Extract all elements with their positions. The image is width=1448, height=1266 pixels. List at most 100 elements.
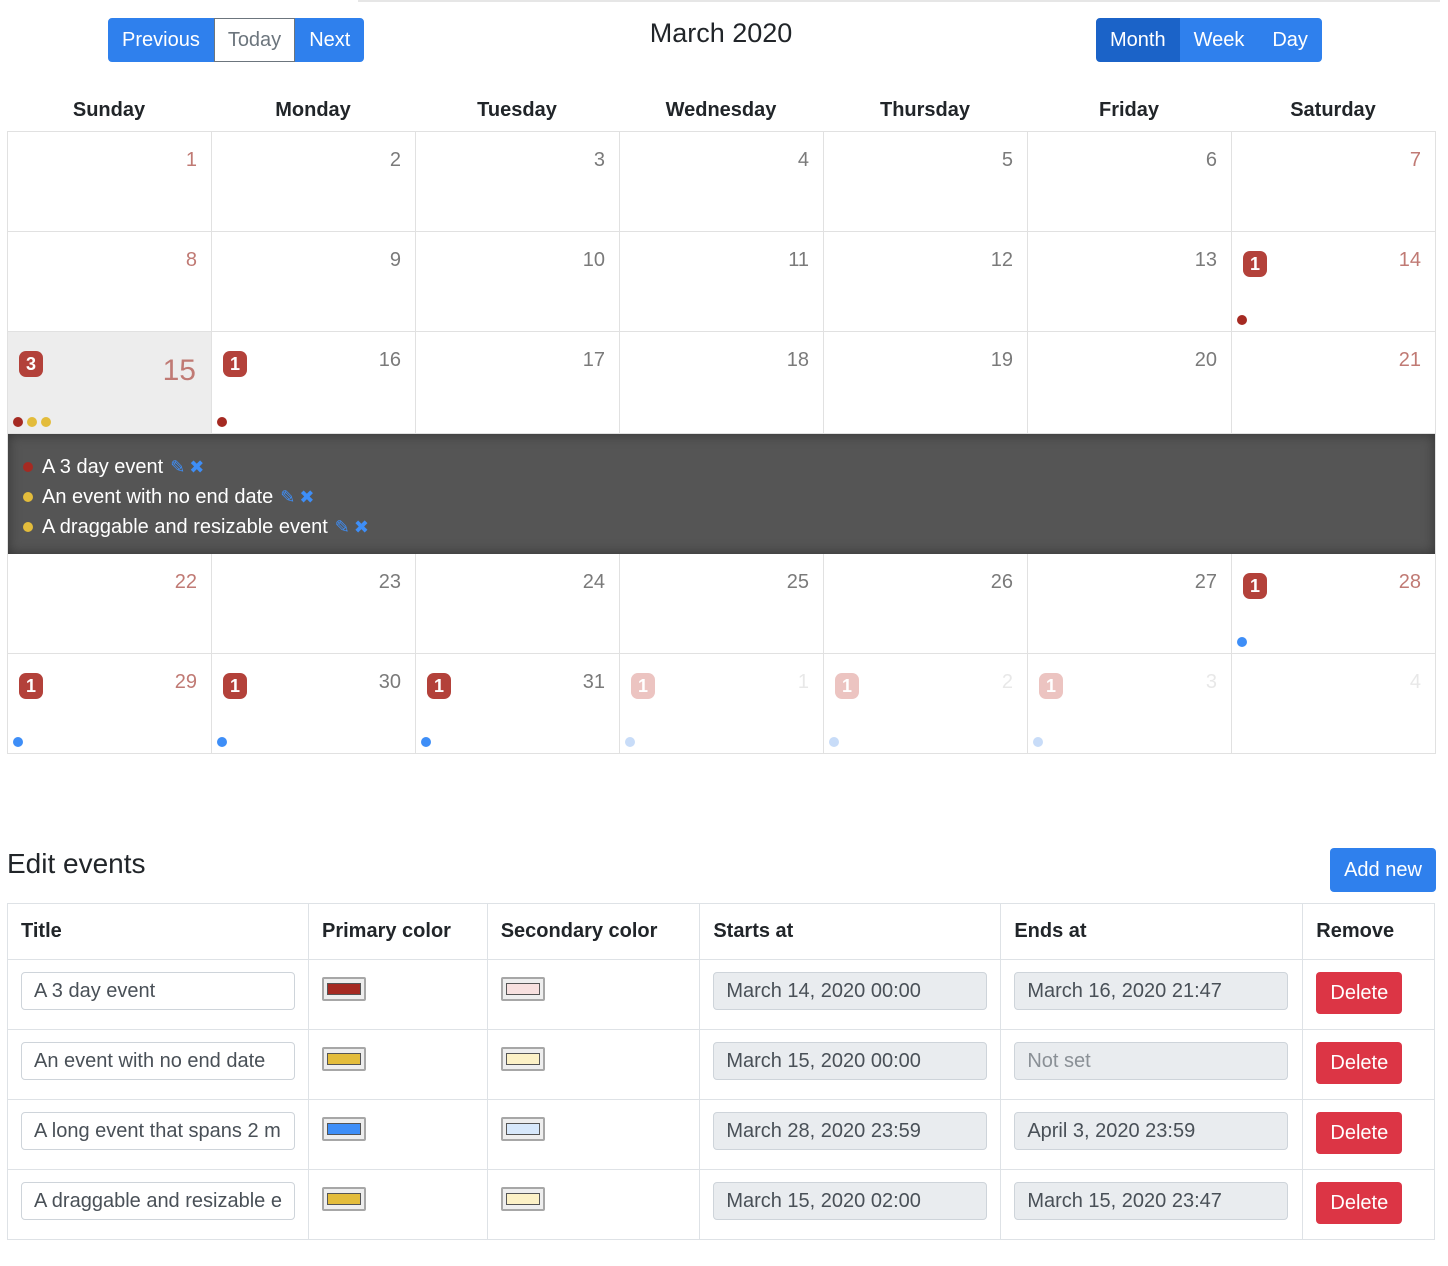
weekday-tuesday: Tuesday bbox=[477, 99, 557, 121]
day-cell[interactable]: 17 bbox=[416, 332, 620, 434]
day-cell[interactable]: 18 bbox=[620, 332, 824, 434]
event-count-badge: 3 bbox=[19, 351, 43, 377]
day-cell[interactable]: 26 bbox=[824, 554, 1028, 654]
starts-at-input[interactable]: March 28, 2020 23:59 bbox=[713, 1112, 988, 1150]
weekday-monday: Monday bbox=[275, 99, 351, 121]
event-title-link[interactable]: An event with no end date bbox=[42, 486, 273, 509]
delete-button[interactable]: Delete bbox=[1316, 1112, 1403, 1154]
delete-button[interactable]: Delete bbox=[1316, 1182, 1403, 1224]
ends-at-input[interactable]: Not set bbox=[1014, 1042, 1289, 1080]
secondary-color-picker[interactable] bbox=[500, 1187, 545, 1211]
day-cell[interactable]: 1 30 bbox=[212, 654, 416, 754]
times-icon[interactable]: ✖ bbox=[299, 487, 314, 508]
today-button[interactable]: Today bbox=[213, 18, 296, 62]
pencil-icon[interactable]: ✎ bbox=[170, 457, 185, 478]
title-input[interactable]: A 3 day event bbox=[21, 972, 295, 1010]
day-cell[interactable]: 1 28 bbox=[1232, 554, 1436, 654]
day-cell[interactable]: 12 bbox=[824, 232, 1028, 332]
event-dots bbox=[1237, 315, 1247, 325]
day-cell[interactable]: 27 bbox=[1028, 554, 1232, 654]
event-dots bbox=[1033, 737, 1043, 747]
event-dots bbox=[217, 737, 227, 747]
day-cell[interactable]: 11 bbox=[620, 232, 824, 332]
day-cell[interactable]: 24 bbox=[416, 554, 620, 654]
starts-at-input[interactable]: March 14, 2020 00:00 bbox=[713, 972, 988, 1010]
day-number: 19 bbox=[990, 349, 1013, 371]
day-cell[interactable]: 13 bbox=[1028, 654, 1232, 754]
ends-at-input[interactable]: March 15, 2020 23:47 bbox=[1014, 1182, 1289, 1220]
secondary-color-picker[interactable] bbox=[500, 1117, 545, 1141]
day-cell[interactable]: 11 bbox=[620, 654, 824, 754]
table-cell: Delete bbox=[1302, 959, 1435, 1030]
event-count-badge: 1 bbox=[1039, 673, 1063, 699]
day-cell[interactable]: 6 bbox=[1028, 132, 1232, 232]
day-number: 1 bbox=[797, 671, 809, 693]
primary-color-picker[interactable] bbox=[322, 1187, 366, 1211]
day-view-button[interactable]: Day bbox=[1258, 18, 1322, 62]
day-cell[interactable]: 10 bbox=[416, 232, 620, 332]
delete-button[interactable]: Delete bbox=[1316, 1042, 1403, 1084]
day-cell[interactable]: 5 bbox=[824, 132, 1028, 232]
next-button[interactable]: Next bbox=[295, 18, 365, 62]
pencil-icon[interactable]: ✎ bbox=[280, 487, 295, 508]
table-cell bbox=[486, 1169, 701, 1240]
column-secondary-color: Secondary color bbox=[486, 903, 701, 960]
day-cell[interactable]: 9 bbox=[212, 232, 416, 332]
day-cell[interactable]: 4 bbox=[1232, 654, 1436, 754]
day-number: 31 bbox=[582, 671, 605, 693]
title-input[interactable]: A long event that spans 2 m bbox=[21, 1112, 295, 1150]
day-cell[interactable]: 3 bbox=[416, 132, 620, 232]
event-dot bbox=[1237, 315, 1247, 325]
day-cell[interactable]: 20 bbox=[1028, 332, 1232, 434]
title-input[interactable]: An event with no end date bbox=[21, 1042, 295, 1080]
event-title-link[interactable]: A 3 day event bbox=[42, 456, 163, 479]
primary-color-picker[interactable] bbox=[322, 1117, 366, 1141]
pencil-icon[interactable]: ✎ bbox=[335, 517, 350, 538]
event-dots bbox=[13, 417, 51, 427]
event-dot bbox=[829, 737, 839, 747]
day-cell[interactable]: 1 14 bbox=[1232, 232, 1436, 332]
day-number: 11 bbox=[788, 249, 809, 271]
starts-at-input[interactable]: March 15, 2020 00:00 bbox=[713, 1042, 988, 1080]
times-icon[interactable]: ✖ bbox=[189, 457, 204, 478]
day-cell[interactable]: 3 15 bbox=[8, 332, 212, 434]
day-cell[interactable]: 1 16 bbox=[212, 332, 416, 434]
day-cell[interactable]: 13 bbox=[1028, 232, 1232, 332]
secondary-color-picker[interactable] bbox=[500, 977, 545, 1001]
times-icon[interactable]: ✖ bbox=[354, 517, 369, 538]
event-dots bbox=[625, 737, 635, 747]
event-title-link[interactable]: A draggable and resizable event bbox=[42, 516, 328, 539]
day-cell[interactable]: 1 31 bbox=[416, 654, 620, 754]
primary-color-picker[interactable] bbox=[322, 977, 366, 1001]
month-view-button[interactable]: Month bbox=[1096, 18, 1180, 62]
secondary-color-picker[interactable] bbox=[500, 1047, 545, 1071]
day-number: 3 bbox=[593, 149, 605, 171]
add-new-button[interactable]: Add new bbox=[1330, 848, 1436, 892]
table-cell: March 28, 2020 23:59 bbox=[699, 1099, 1002, 1170]
day-cell[interactable]: 8 bbox=[8, 232, 212, 332]
title-input[interactable]: A draggable and resizable e bbox=[21, 1182, 295, 1220]
previous-button[interactable]: Previous bbox=[108, 18, 214, 62]
day-cell[interactable]: 25 bbox=[620, 554, 824, 654]
day-cell[interactable]: 22 bbox=[8, 554, 212, 654]
day-cell[interactable]: 12 bbox=[824, 654, 1028, 754]
day-cell[interactable]: 23 bbox=[212, 554, 416, 654]
day-cell[interactable]: 19 bbox=[824, 332, 1028, 434]
day-cell[interactable]: 21 bbox=[1232, 332, 1436, 434]
primary-color-picker[interactable] bbox=[322, 1047, 366, 1071]
starts-at-input[interactable]: March 15, 2020 02:00 bbox=[713, 1182, 988, 1220]
day-cell[interactable]: 2 bbox=[212, 132, 416, 232]
day-cell[interactable]: 7 bbox=[1232, 132, 1436, 232]
day-number: 17 bbox=[582, 349, 605, 371]
table-cell bbox=[308, 1169, 488, 1240]
table-cell: A long event that spans 2 m bbox=[7, 1099, 309, 1170]
delete-button[interactable]: Delete bbox=[1316, 972, 1403, 1014]
ends-at-input[interactable]: April 3, 2020 23:59 bbox=[1014, 1112, 1289, 1150]
week-view-button[interactable]: Week bbox=[1179, 18, 1259, 62]
day-cell[interactable]: 4 bbox=[620, 132, 824, 232]
ends-at-input[interactable]: March 16, 2020 21:47 bbox=[1014, 972, 1289, 1010]
day-cell[interactable]: 1 bbox=[8, 132, 212, 232]
day-number: 6 bbox=[1205, 149, 1217, 171]
column-title: Title bbox=[7, 903, 309, 960]
day-cell[interactable]: 1 29 bbox=[8, 654, 212, 754]
